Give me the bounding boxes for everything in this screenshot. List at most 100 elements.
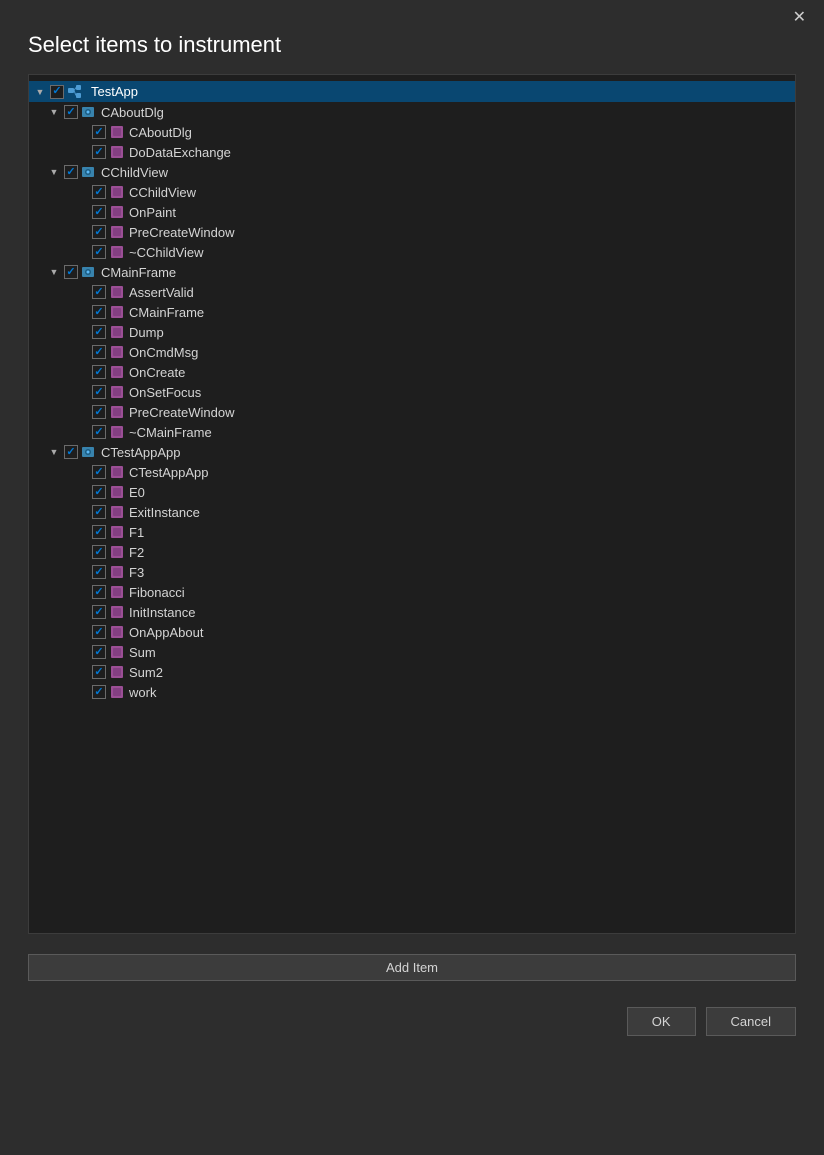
method-icon-f2 (109, 544, 125, 560)
tree-item-cchildview[interactable]: CChildView (29, 162, 795, 182)
tree-item-onsetfocus[interactable]: OnSetFocus (29, 382, 795, 402)
add-item-button[interactable]: Add Item (28, 954, 796, 981)
chevron-ctestappapp[interactable] (47, 445, 61, 459)
tree-item-onappabout[interactable]: OnAppAbout (29, 622, 795, 642)
checkbox-oncmdmsg[interactable] (92, 345, 106, 359)
checkbox-caboutdlg[interactable] (64, 105, 78, 119)
tree-item-sum2[interactable]: Sum2 (29, 662, 795, 682)
tree-item-f3[interactable]: F3 (29, 562, 795, 582)
no-chevron (75, 125, 89, 139)
checkbox-caboutdlg-ctor[interactable] (92, 125, 106, 139)
method-icon-dump (109, 324, 125, 340)
cancel-button[interactable]: Cancel (706, 1007, 796, 1036)
method-icon-fibonacci (109, 584, 125, 600)
method-icon-onpaint (109, 204, 125, 220)
tree-container[interactable]: TestApp CAboutDlg (28, 74, 796, 934)
checkbox-precreatewindow-cchildview[interactable] (92, 225, 106, 239)
label-exitinstance: ExitInstance (129, 505, 200, 520)
label-fibonacci: Fibonacci (129, 585, 185, 600)
checkbox-work[interactable] (92, 685, 106, 699)
chevron-cchildview[interactable] (47, 165, 61, 179)
checkbox-dtor-cmainframe[interactable] (92, 425, 106, 439)
tree-item-exitinstance[interactable]: ExitInstance (29, 502, 795, 522)
label-assertvalid: AssertValid (129, 285, 194, 300)
tree-item-onpaint[interactable]: OnPaint (29, 202, 795, 222)
tree-item-precreatewindow-cmainframe[interactable]: PreCreateWindow (29, 402, 795, 422)
checkbox-ctestappapp-ctor[interactable] (92, 465, 106, 479)
tree-item-caboutdlg[interactable]: CAboutDlg (29, 102, 795, 122)
checkbox-sum2[interactable] (92, 665, 106, 679)
chevron-cmainframe[interactable] (47, 265, 61, 279)
checkbox-cchildview[interactable] (64, 165, 78, 179)
checkbox-exitinstance[interactable] (92, 505, 106, 519)
checkbox-dodataexchange[interactable] (92, 145, 106, 159)
checkbox-testapp[interactable] (50, 85, 64, 99)
checkbox-cmainframe[interactable] (64, 265, 78, 279)
method-icon-sum2 (109, 664, 125, 680)
tree-item-f1[interactable]: F1 (29, 522, 795, 542)
dialog: ✕ Select items to instrument (0, 0, 824, 1155)
checkbox-precreatewindow-cmainframe[interactable] (92, 405, 106, 419)
tree-item-fibonacci[interactable]: Fibonacci (29, 582, 795, 602)
tree-item-dtor-cchildview[interactable]: ~CChildView (29, 242, 795, 262)
checkbox-fibonacci[interactable] (92, 585, 106, 599)
checkbox-assertvalid[interactable] (92, 285, 106, 299)
tree-item-dump[interactable]: Dump (29, 322, 795, 342)
tree-item-root[interactable]: TestApp (29, 81, 795, 102)
label-f2: F2 (129, 545, 144, 560)
label-dump: Dump (129, 325, 164, 340)
checkbox-onappabout[interactable] (92, 625, 106, 639)
label-oncmdmsg: OnCmdMsg (129, 345, 198, 360)
class-icon-cchildview (81, 164, 97, 180)
tree-item-dtor-cmainframe[interactable]: ~CMainFrame (29, 422, 795, 442)
tree-item-initinstance[interactable]: InitInstance (29, 602, 795, 622)
close-button[interactable]: ✕ (787, 8, 812, 28)
checkbox-ctestappapp[interactable] (64, 445, 78, 459)
tree-item-precreatewindow-cchildview[interactable]: PreCreateWindow (29, 222, 795, 242)
no-chevron (75, 145, 89, 159)
tree-item-f2[interactable]: F2 (29, 542, 795, 562)
method-icon-oncmdmsg (109, 344, 125, 360)
checkbox-f2[interactable] (92, 545, 106, 559)
checkbox-oncreate[interactable] (92, 365, 106, 379)
label-dtor-cchildview: ~CChildView (129, 245, 204, 260)
label-onsetfocus: OnSetFocus (129, 385, 201, 400)
ok-button[interactable]: OK (627, 1007, 696, 1036)
tree-item-cmainframe-ctor[interactable]: CMainFrame (29, 302, 795, 322)
method-icon-dtor-cchildview (109, 244, 125, 260)
tree-item-sum[interactable]: Sum (29, 642, 795, 662)
class-icon-caboutdlg (81, 104, 97, 120)
checkbox-sum[interactable] (92, 645, 106, 659)
tree-item-ctestappapp[interactable]: CTestAppApp (29, 442, 795, 462)
tree-item-cchildview-ctor[interactable]: CChildView (29, 182, 795, 202)
checkbox-f3[interactable] (92, 565, 106, 579)
checkbox-e0[interactable] (92, 485, 106, 499)
chevron-testapp[interactable] (33, 85, 47, 99)
chevron-caboutdlg[interactable] (47, 105, 61, 119)
method-icon-f1 (109, 524, 125, 540)
tree-item-ctestappapp-ctor[interactable]: CTestAppApp (29, 462, 795, 482)
checkbox-f1[interactable] (92, 525, 106, 539)
checkbox-cchildview-ctor[interactable] (92, 185, 106, 199)
checkbox-onpaint[interactable] (92, 205, 106, 219)
tree-item-assertvalid[interactable]: AssertValid (29, 282, 795, 302)
checkbox-initinstance[interactable] (92, 605, 106, 619)
label-precreatewindow-cchildview: PreCreateWindow (129, 225, 235, 240)
tree-inner: TestApp CAboutDlg (29, 75, 795, 708)
tree-item-oncreate[interactable]: OnCreate (29, 362, 795, 382)
label-method-caboutdlg-ctor: CAboutDlg (129, 125, 192, 140)
tree-item-oncmdmsg[interactable]: OnCmdMsg (29, 342, 795, 362)
checkbox-cmainframe-ctor[interactable] (92, 305, 106, 319)
method-icon-cmainframe-ctor (109, 304, 125, 320)
title-bar: ✕ (0, 0, 824, 28)
checkbox-dtor-cchildview[interactable] (92, 245, 106, 259)
label-dodataexchange: DoDataExchange (129, 145, 231, 160)
label-precreatewindow-cmainframe: PreCreateWindow (129, 405, 235, 420)
tree-item-method-dodataexchange[interactable]: DoDataExchange (29, 142, 795, 162)
tree-item-method-caboutdlg-ctor[interactable]: CAboutDlg (29, 122, 795, 142)
tree-item-cmainframe[interactable]: CMainFrame (29, 262, 795, 282)
checkbox-onsetfocus[interactable] (92, 385, 106, 399)
tree-item-work[interactable]: work (29, 682, 795, 702)
tree-item-e0[interactable]: E0 (29, 482, 795, 502)
checkbox-dump[interactable] (92, 325, 106, 339)
